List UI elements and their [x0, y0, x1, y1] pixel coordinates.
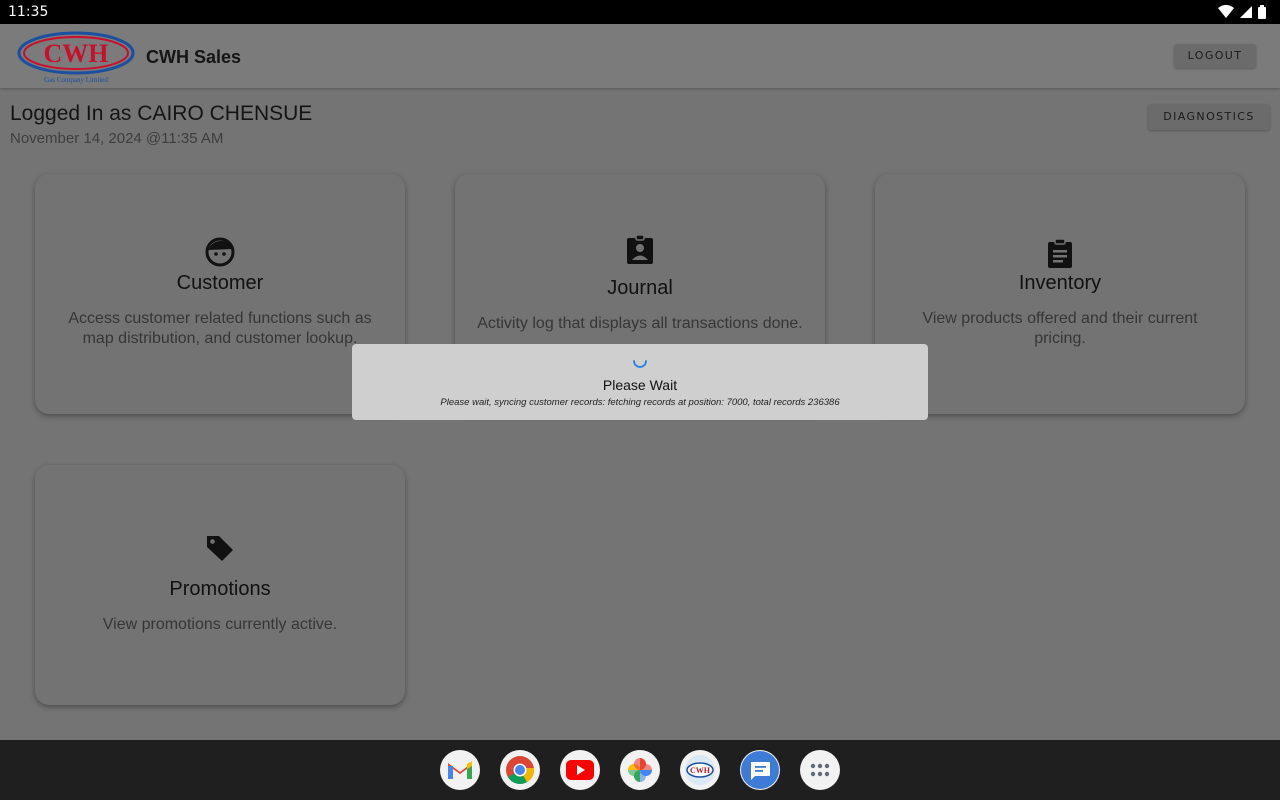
- app-drawer-icon[interactable]: [800, 750, 840, 790]
- app-bar: CWH Gas Company Limited CWH Sales LOGOUT: [0, 24, 1280, 88]
- dialog-message: Please wait, syncing customer records: f…: [440, 397, 840, 408]
- inventory-card[interactable]: Inventory View products offered and thei…: [875, 174, 1245, 414]
- gmail-icon[interactable]: [440, 750, 480, 790]
- status-time: 11:35: [8, 4, 49, 20]
- signal-icon: [1240, 6, 1252, 18]
- card-description: Activity log that displays all transacti…: [477, 315, 803, 332]
- please-wait-dialog: Please Wait Please wait, syncing custome…: [352, 344, 928, 420]
- card-title: Promotions: [169, 578, 271, 600]
- svg-text:CWH: CWH: [690, 766, 711, 775]
- promotions-card[interactable]: Promotions View promotions currently act…: [35, 465, 405, 705]
- youtube-icon[interactable]: [560, 750, 600, 790]
- logout-button[interactable]: LOGOUT: [1174, 44, 1256, 68]
- messages-icon[interactable]: [740, 750, 780, 790]
- system-icons: [1218, 5, 1266, 19]
- card-title: Journal: [607, 277, 673, 299]
- card-title: Inventory: [1018, 272, 1102, 294]
- app-dock: CWH: [440, 750, 840, 790]
- loading-spinner-icon: [633, 360, 647, 368]
- cwh-logo: CWH Gas Company Limited: [17, 31, 135, 84]
- taskbar: CWH: [0, 740, 1280, 800]
- app-screen: CWH Gas Company Limited CWH Sales LOGOUT…: [0, 24, 1280, 740]
- assignment-ind-icon: [627, 234, 653, 264]
- card-description: View promotions currently active.: [102, 616, 338, 633]
- photos-icon[interactable]: [620, 750, 660, 790]
- diagnostics-button[interactable]: DIAGNOSTICS: [1148, 104, 1270, 130]
- card-description: View products offered and their current …: [922, 310, 1198, 347]
- clipboard-icon: [1048, 238, 1072, 268]
- logged-in-user: Logged In as CAIRO CHENSUE: [10, 102, 313, 125]
- svg-text:Gas Company Limited: Gas Company Limited: [44, 76, 108, 84]
- dialog-title: Please Wait: [602, 377, 678, 393]
- face-icon: [205, 237, 235, 267]
- battery-icon: [1258, 5, 1266, 19]
- tag-icon: [207, 536, 233, 561]
- cwh-app-icon[interactable]: CWH: [680, 750, 720, 790]
- customer-card[interactable]: Customer Access customer related functio…: [35, 174, 405, 414]
- svg-text:CWH: CWH: [44, 39, 109, 68]
- app-title: CWH Sales: [146, 47, 242, 67]
- login-datetime: November 14, 2024 @11:35 AM: [10, 130, 224, 147]
- status-bar: 11:35: [0, 0, 1280, 24]
- chrome-icon[interactable]: [500, 750, 540, 790]
- card-title: Customer: [176, 272, 264, 294]
- wifi-icon: [1218, 5, 1234, 18]
- card-description: Access customer related functions such a…: [68, 310, 372, 347]
